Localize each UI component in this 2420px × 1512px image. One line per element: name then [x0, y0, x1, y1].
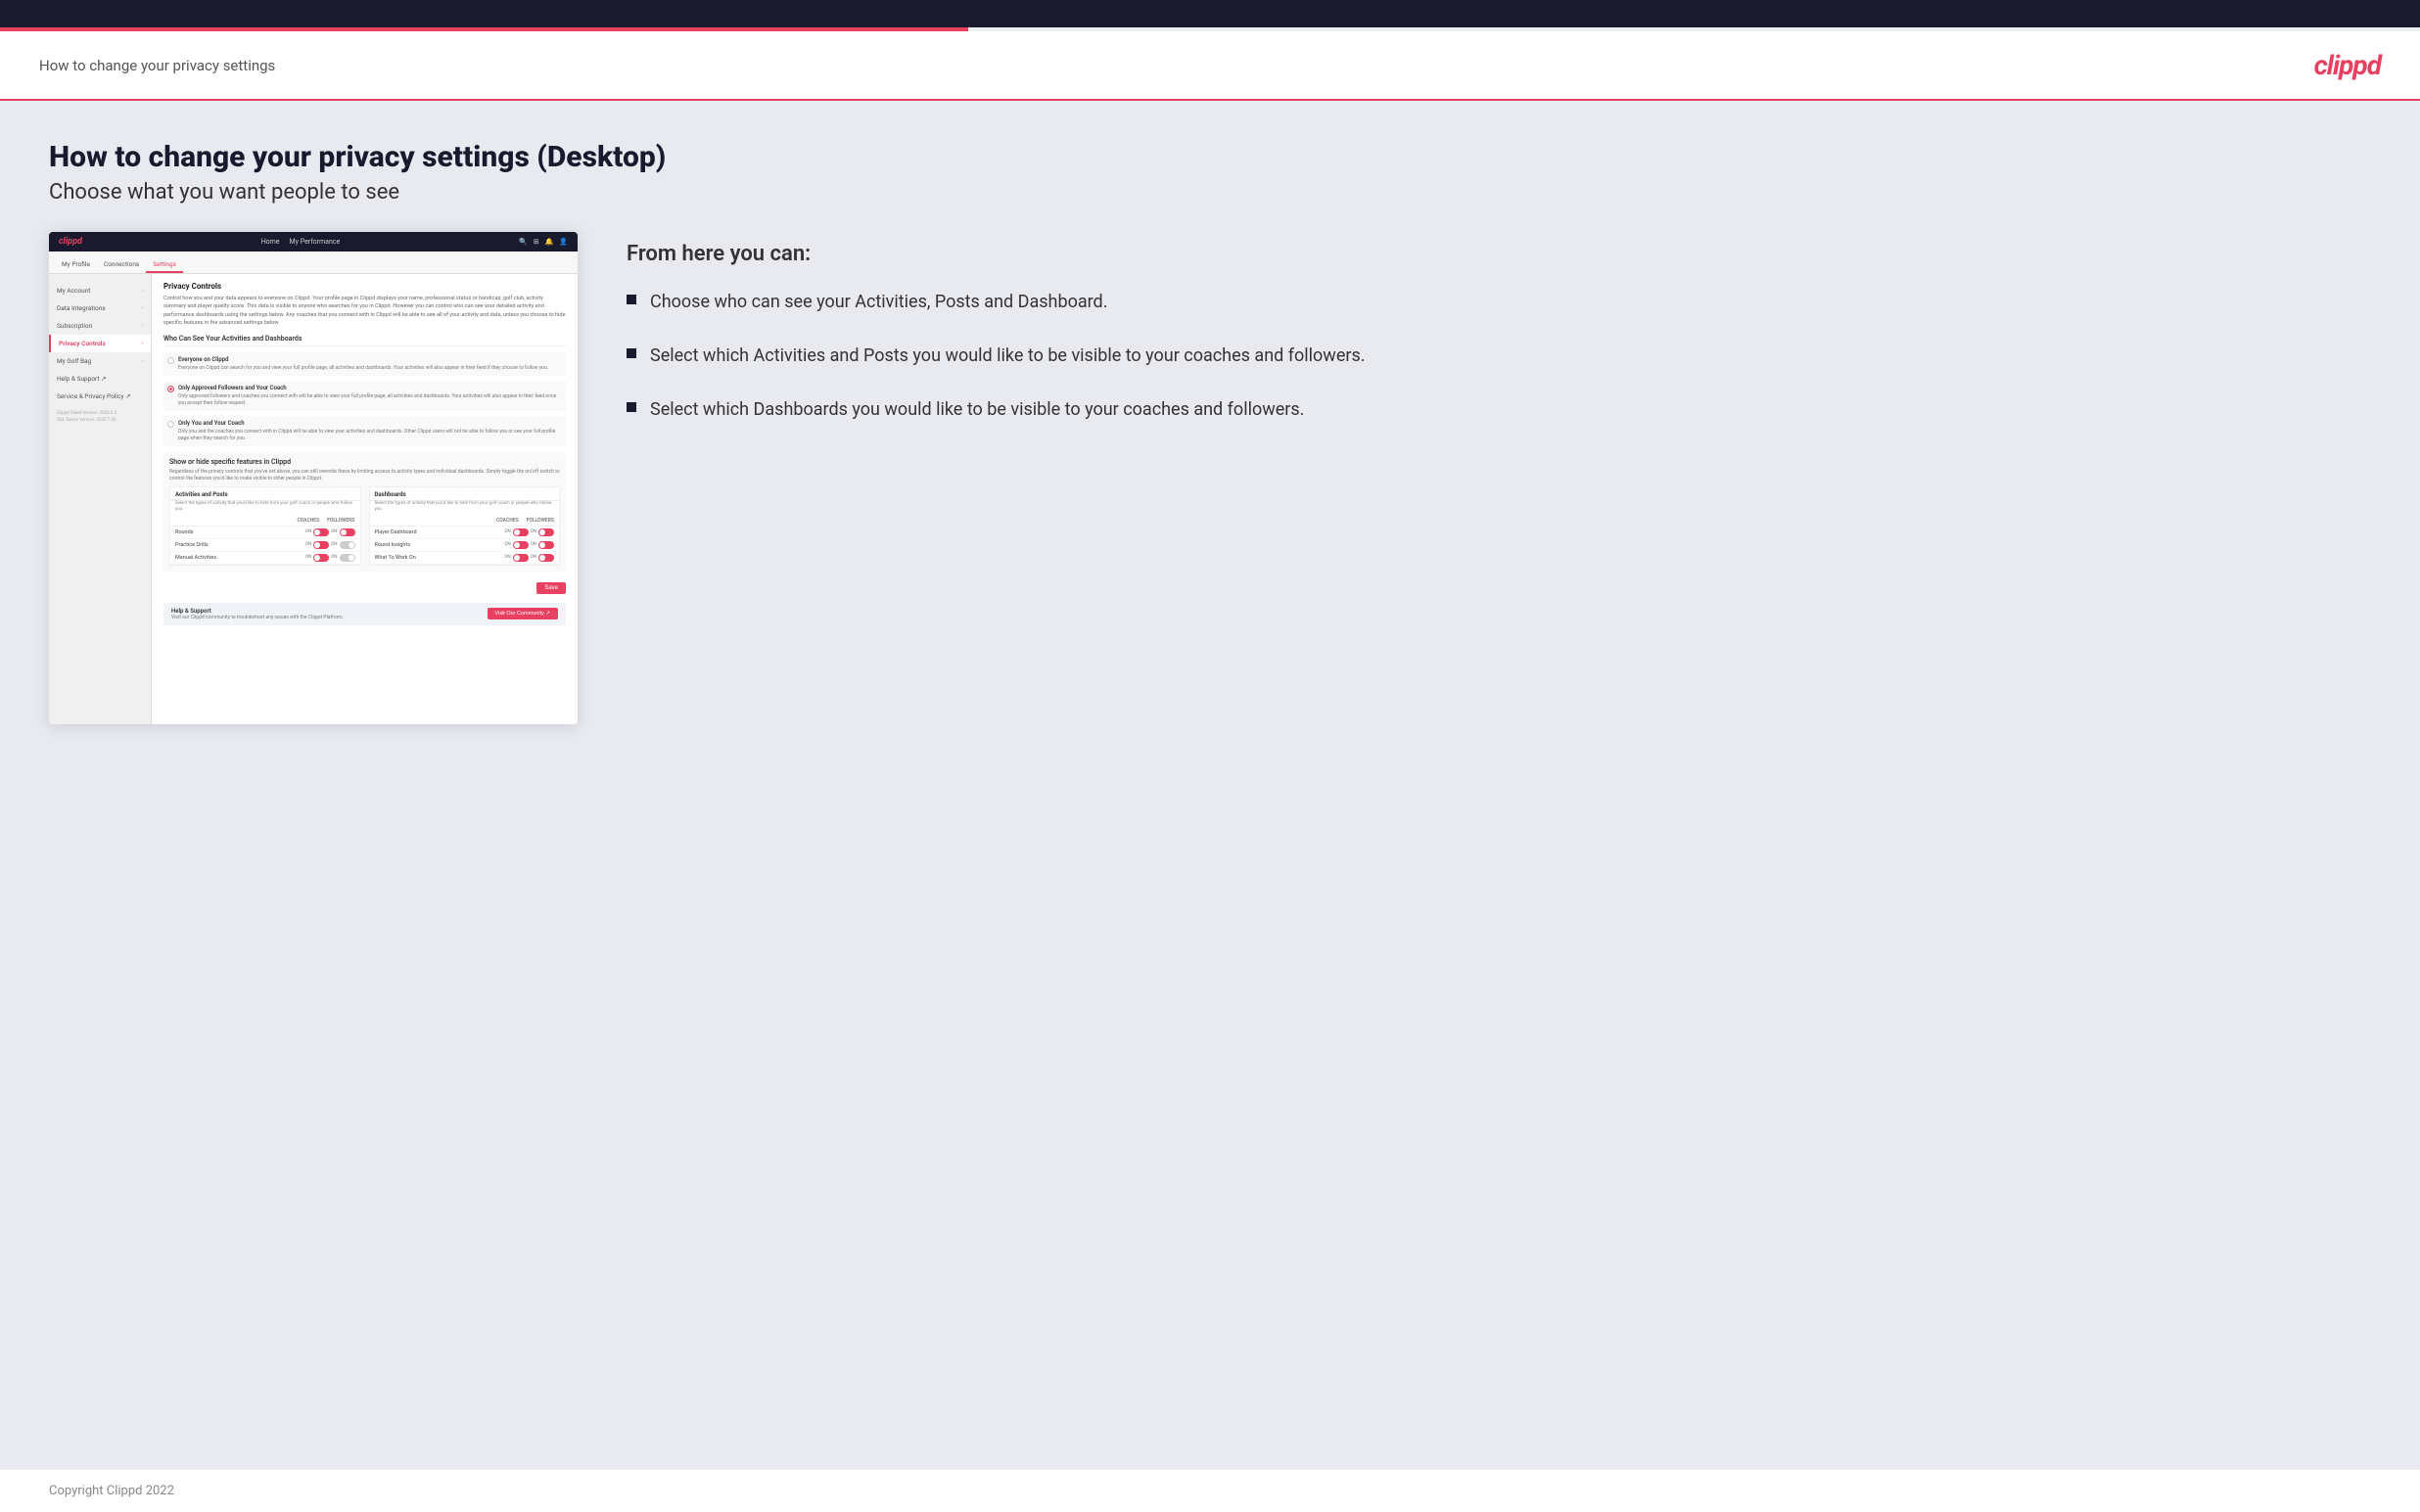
bullet-square: [627, 402, 636, 412]
footer-text: Copyright Clippd 2022: [49, 1484, 174, 1498]
footer: Copyright Clippd 2022: [0, 1469, 2420, 1512]
content-row: clippd Home My Performance 🔍 ⊞ 🔔 👤 My Pr…: [49, 232, 2371, 724]
toggle-work-followers[interactable]: [538, 554, 554, 562]
mockup-feature-section: Show or hide specific features in Clippd…: [163, 452, 566, 572]
mockup-sidebar-item-account[interactable]: My Account ›: [49, 282, 151, 299]
bullet-item-3: Select which Dashboards you would like t…: [627, 397, 2371, 422]
mockup-sidebar-item-help[interactable]: Help & Support ↗: [49, 370, 151, 388]
mockup-tab-profile[interactable]: My Profile: [55, 257, 97, 273]
header: How to change your privacy settings clip…: [0, 31, 2420, 101]
toggle-insights-followers[interactable]: [538, 541, 554, 549]
mockup-sidebar-item-privacy-policy[interactable]: Service & Privacy Policy ↗: [49, 388, 151, 405]
bullet-square: [627, 295, 636, 304]
mockup-row-what-to-work: What To Work On ON ON: [370, 552, 560, 565]
mockup-tables-row: Activities and Posts Select the types of…: [169, 486, 560, 566]
toggle-manual-followers[interactable]: [340, 554, 355, 562]
logo: clippd: [2314, 49, 2381, 81]
mockup-radio-only-you[interactable]: Only You and Your Coach Only you and the…: [163, 416, 566, 446]
mockup-row-manual: Manual Activities ON ON: [170, 552, 360, 565]
mockup-radio-approved[interactable]: Only Approved Followers and Your Coach O…: [163, 381, 566, 411]
mockup-nav-right: 🔍 ⊞ 🔔 👤: [519, 238, 568, 246]
mockup-tab-settings[interactable]: Settings: [146, 257, 183, 273]
from-here-title: From here you can:: [627, 242, 2371, 266]
bullet-text-3: Select which Dashboards you would like t…: [650, 397, 1304, 422]
mockup-tab-connections[interactable]: Connections: [97, 257, 146, 273]
mockup-section-title: Privacy Controls: [163, 282, 566, 291]
toggle-work-coaches[interactable]: [513, 554, 529, 562]
mockup-radio-everyone[interactable]: Everyone on Clippd Everyone on Clippd ca…: [163, 352, 566, 376]
mockup-save-button[interactable]: Save: [536, 582, 566, 594]
mockup-help-section: Help & Support Visit our Clippd communit…: [163, 603, 566, 625]
toggle-rounds-coaches[interactable]: [313, 528, 329, 536]
mockup-sidebar-item-data[interactable]: Data Integrations ›: [49, 299, 151, 317]
bullet-list: Choose who can see your Activities, Post…: [627, 290, 2371, 423]
top-bar: [0, 0, 2420, 31]
mockup-row-player-dash: Player Dashboard ON ON: [370, 527, 560, 539]
mockup-tabs: My Profile Connections Settings: [49, 252, 578, 274]
mockup-sidebar-item-privacy[interactable]: Privacy Controls ›: [49, 335, 151, 352]
toggle-manual-coaches[interactable]: [313, 554, 329, 562]
top-bar-accent: [0, 27, 2420, 31]
toggle-player-followers[interactable]: [538, 528, 554, 536]
header-title: How to change your privacy settings: [39, 57, 275, 74]
mockup-visibility-title: Who Can See Your Activities and Dashboar…: [163, 335, 566, 346]
chevron-icon: ›: [141, 305, 143, 311]
screenshot-container: clippd Home My Performance 🔍 ⊞ 🔔 👤 My Pr…: [49, 232, 578, 724]
mockup-radio-group: Everyone on Clippd Everyone on Clippd ca…: [163, 352, 566, 446]
bullet-text-1: Choose who can see your Activities, Post…: [650, 290, 1107, 314]
mockup-feature-desc: Regardless of the privacy controls that …: [169, 469, 560, 482]
mockup-nav-links: Home My Performance: [261, 238, 341, 246]
mockup: clippd Home My Performance 🔍 ⊞ 🔔 👤 My Pr…: [49, 232, 578, 724]
bullet-text-2: Select which Activities and Posts you wo…: [650, 344, 1366, 368]
page-heading: How to change your privacy settings (Des…: [49, 140, 2371, 174]
radio-circle: [167, 357, 174, 364]
toggle-player-coaches[interactable]: [513, 528, 529, 536]
mockup-sidebar-item-golfbag[interactable]: My Golf Bag ›: [49, 352, 151, 370]
mockup-row-practice: Practice Drills ON ON: [170, 539, 360, 552]
mockup-sidebar-version: Clippd Client Version: 2022.8.2SQL Serve…: [49, 405, 151, 429]
mockup-visit-button[interactable]: Visit Our Community ↗: [488, 608, 558, 619]
mockup-nav-logo: clippd: [59, 237, 82, 247]
radio-circle: [167, 421, 174, 428]
main-content: How to change your privacy settings (Des…: [0, 101, 2420, 1469]
chevron-icon: ›: [141, 358, 143, 364]
right-panel: From here you can: Choose who can see yo…: [627, 232, 2371, 423]
mockup-nav: clippd Home My Performance 🔍 ⊞ 🔔 👤: [49, 232, 578, 252]
mockup-main-panel: Privacy Controls Control how you and you…: [152, 274, 578, 724]
bullet-item-1: Choose who can see your Activities, Post…: [627, 290, 2371, 314]
mockup-section-desc: Control how you and your data appears to…: [163, 295, 566, 327]
bullet-square: [627, 348, 636, 358]
toggle-practice-followers[interactable]: [340, 541, 355, 549]
page-subheading: Choose what you want people to see: [49, 180, 2371, 205]
chevron-icon: ›: [141, 323, 143, 329]
toggle-practice-coaches[interactable]: [313, 541, 329, 549]
mockup-body: My Account › Data Integrations › Subscri…: [49, 274, 578, 724]
mockup-table-activities: Activities and Posts Select the types of…: [169, 486, 361, 566]
mockup-sidebar-item-subscription[interactable]: Subscription ›: [49, 317, 151, 335]
mockup-row-round-insights: Round Insights ON ON: [370, 539, 560, 552]
mockup-save-row: Save: [163, 577, 566, 599]
mockup-table-dashboards: Dashboards Select the types of activity …: [369, 486, 561, 566]
toggle-insights-coaches[interactable]: [513, 541, 529, 549]
chevron-icon: ›: [141, 288, 143, 294]
bullet-item-2: Select which Activities and Posts you wo…: [627, 344, 2371, 368]
chevron-icon: ›: [141, 341, 143, 346]
mockup-feature-title: Show or hide specific features in Clippd: [169, 458, 560, 466]
mockup-row-rounds: Rounds ON ON: [170, 527, 360, 539]
radio-circle-selected: [167, 386, 174, 392]
mockup-sidebar: My Account › Data Integrations › Subscri…: [49, 274, 152, 724]
toggle-rounds-followers[interactable]: [340, 528, 355, 536]
